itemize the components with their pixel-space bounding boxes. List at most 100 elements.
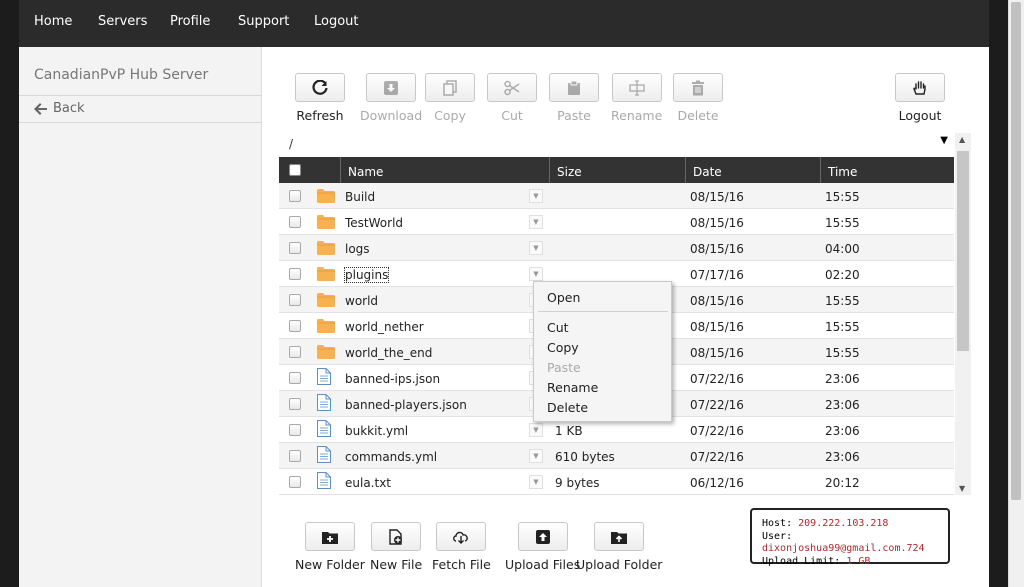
logout-label: Logout bbox=[898, 108, 942, 123]
ctx-delete[interactable]: Delete bbox=[547, 400, 588, 415]
file-icon bbox=[317, 420, 331, 440]
header-size[interactable]: Size bbox=[549, 157, 685, 183]
refresh-button[interactable] bbox=[295, 73, 345, 102]
back-link[interactable]: Back bbox=[34, 101, 85, 116]
delete-button[interactable] bbox=[673, 73, 723, 102]
cut-label: Cut bbox=[501, 108, 523, 123]
rename-label: Rename bbox=[611, 108, 663, 123]
new-file-tool[interactable]: New File bbox=[370, 522, 422, 572]
row-checkbox[interactable] bbox=[289, 190, 301, 202]
header-name[interactable]: Name bbox=[340, 157, 549, 183]
upload-files-tool[interactable]: Upload Files bbox=[505, 522, 580, 572]
rename-tool[interactable]: Rename bbox=[611, 73, 662, 123]
nav-servers[interactable]: Servers bbox=[98, 14, 147, 29]
nav-support[interactable]: Support bbox=[238, 14, 289, 29]
path-select[interactable]: / ▼ bbox=[279, 133, 954, 155]
file-name[interactable]: Build bbox=[345, 190, 375, 204]
ctx-copy[interactable]: Copy bbox=[547, 340, 579, 355]
row-menu-chevron-down-icon[interactable]: ▼ bbox=[529, 475, 543, 489]
rename-button[interactable] bbox=[611, 73, 662, 102]
window-scrollbar-thumb[interactable] bbox=[1011, 2, 1021, 500]
row-checkbox[interactable] bbox=[289, 216, 301, 228]
cut-tool[interactable]: Cut bbox=[487, 73, 537, 123]
scroll-up-icon[interactable]: ▲ bbox=[959, 135, 965, 144]
nav-home[interactable]: Home bbox=[34, 14, 72, 29]
file-name[interactable]: logs bbox=[345, 242, 370, 256]
nav-profile[interactable]: Profile bbox=[170, 14, 210, 29]
copy-button[interactable] bbox=[425, 73, 475, 102]
select-all-checkbox[interactable] bbox=[289, 164, 301, 176]
file-name[interactable]: eula.txt bbox=[345, 476, 391, 490]
paste-tool[interactable]: Paste bbox=[549, 73, 599, 123]
row-checkbox[interactable] bbox=[289, 372, 301, 384]
upload-folder-tool[interactable]: Upload Folder bbox=[576, 522, 662, 572]
scissors-icon bbox=[504, 80, 520, 95]
row-checkbox[interactable] bbox=[289, 320, 301, 332]
file-name[interactable]: banned-ips.json bbox=[345, 372, 440, 386]
row-menu-chevron-down-icon[interactable]: ▼ bbox=[529, 267, 543, 281]
ctx-paste: Paste bbox=[547, 360, 581, 375]
file-size: 610 bytes bbox=[555, 450, 615, 464]
row-checkbox[interactable] bbox=[289, 242, 301, 254]
file-name[interactable]: world bbox=[345, 294, 378, 308]
row-checkbox[interactable] bbox=[289, 268, 301, 280]
ctx-open[interactable]: Open bbox=[547, 290, 580, 305]
file-name[interactable]: plugins bbox=[343, 267, 390, 283]
table-scrollbar-thumb[interactable] bbox=[957, 151, 969, 351]
refresh-tool[interactable]: Refresh bbox=[295, 73, 345, 123]
table-row[interactable]: commands.yml ▼ 610 bytes 07/22/16 23:06 bbox=[279, 443, 954, 469]
header-date[interactable]: Date bbox=[685, 157, 820, 183]
new-folder-tool[interactable]: New Folder bbox=[295, 522, 365, 572]
file-time: 15:55 bbox=[825, 320, 860, 334]
row-menu-chevron-down-icon[interactable]: ▼ bbox=[529, 449, 543, 463]
ctx-rename[interactable]: Rename bbox=[547, 380, 598, 395]
row-menu-chevron-down-icon[interactable]: ▼ bbox=[529, 241, 543, 255]
header-time[interactable]: Time bbox=[820, 157, 954, 183]
folder-plus-icon bbox=[321, 531, 338, 544]
download-button[interactable] bbox=[366, 73, 417, 102]
download-tool[interactable]: Download bbox=[360, 73, 422, 123]
row-menu-chevron-down-icon[interactable]: ▼ bbox=[529, 215, 543, 229]
table-row[interactable]: Build ▼ 08/15/16 15:55 bbox=[279, 183, 954, 209]
paste-button[interactable] bbox=[549, 73, 599, 102]
row-checkbox[interactable] bbox=[289, 424, 301, 436]
new-folder-button[interactable] bbox=[304, 522, 355, 551]
folder-icon bbox=[317, 241, 335, 258]
file-name[interactable]: bukkit.yml bbox=[345, 424, 408, 438]
file-name[interactable]: TestWorld bbox=[345, 216, 403, 230]
row-checkbox[interactable] bbox=[289, 476, 301, 488]
fetch-file-button[interactable] bbox=[436, 522, 487, 551]
logout-button[interactable] bbox=[895, 73, 945, 102]
table-row[interactable]: TestWorld ▼ 08/15/16 15:55 bbox=[279, 209, 954, 235]
row-checkbox[interactable] bbox=[289, 398, 301, 410]
folder-icon bbox=[317, 319, 335, 336]
copy-icon bbox=[443, 79, 457, 96]
file-name[interactable]: world_nether bbox=[345, 320, 424, 334]
ctx-cut[interactable]: Cut bbox=[547, 320, 569, 335]
logout-tool[interactable]: Logout bbox=[895, 73, 945, 123]
file-date: 08/15/16 bbox=[690, 190, 744, 204]
delete-tool[interactable]: Delete bbox=[673, 73, 723, 123]
file-name[interactable]: commands.yml bbox=[345, 450, 437, 464]
scroll-down-icon[interactable]: ▼ bbox=[959, 484, 965, 493]
row-menu-chevron-down-icon[interactable]: ▼ bbox=[529, 189, 543, 203]
table-scrollbar[interactable]: ▲ ▼ bbox=[955, 133, 971, 495]
file-date: 07/22/16 bbox=[690, 424, 744, 438]
table-row[interactable]: eula.txt ▼ 9 bytes 06/12/16 20:12 bbox=[279, 469, 954, 495]
row-checkbox[interactable] bbox=[289, 346, 301, 358]
table-row[interactable]: logs ▼ 08/15/16 04:00 bbox=[279, 235, 954, 261]
new-file-button[interactable] bbox=[371, 522, 422, 551]
fetch-file-tool[interactable]: Fetch File bbox=[432, 522, 491, 572]
row-checkbox[interactable] bbox=[289, 294, 301, 306]
upload-folder-button[interactable] bbox=[594, 522, 645, 551]
file-name[interactable]: world_the_end bbox=[345, 346, 432, 360]
cut-button[interactable] bbox=[487, 73, 537, 102]
row-checkbox[interactable] bbox=[289, 450, 301, 462]
file-name[interactable]: banned-players.json bbox=[345, 398, 467, 412]
nav-logout[interactable]: Logout bbox=[314, 14, 359, 29]
row-menu-chevron-down-icon[interactable]: ▼ bbox=[529, 423, 543, 437]
copy-label: Copy bbox=[434, 108, 466, 123]
copy-tool[interactable]: Copy bbox=[425, 73, 475, 123]
upload-files-button[interactable] bbox=[517, 522, 568, 551]
window-scrollbar[interactable] bbox=[1008, 0, 1024, 587]
